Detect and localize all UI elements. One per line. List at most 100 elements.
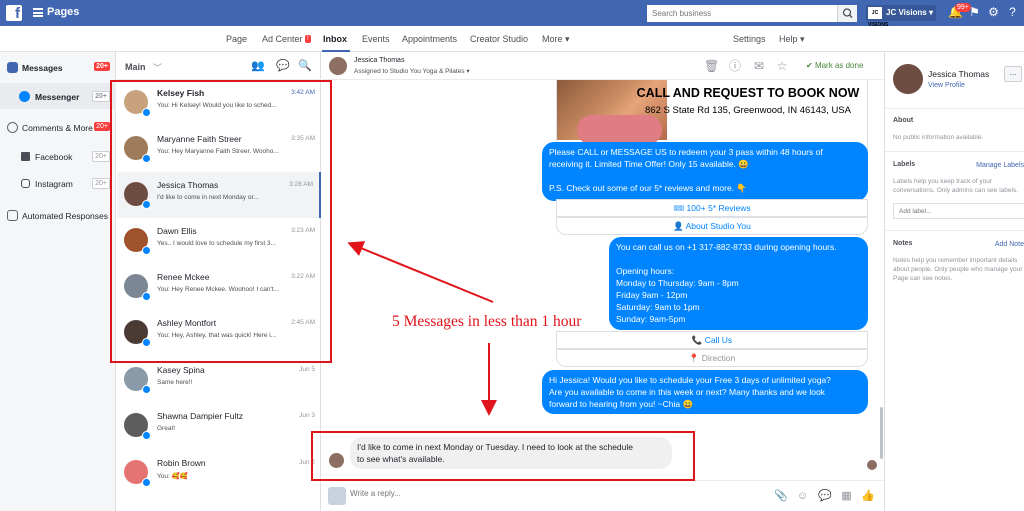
- search-icon[interactable]: 🔍: [298, 59, 312, 73]
- labels-heading: Labels: [893, 161, 916, 168]
- conversation-preview: Same here!!: [157, 379, 193, 386]
- message-line: Are you available to come in this week o…: [549, 387, 825, 397]
- message-line: Monday to Thursday: 9am - 8pm: [616, 278, 739, 288]
- conversation-item[interactable]: Shawna Dampier Fultz Jun 3 Great!: [117, 403, 321, 449]
- mark-unread-icon[interactable]: ✉: [752, 59, 766, 73]
- message-line: forward to hearing from you! ~Chia 😀: [549, 399, 694, 409]
- direction-button[interactable]: 📍 Direction: [556, 349, 868, 367]
- add-label-input[interactable]: [893, 203, 1024, 219]
- contact-avatar: [329, 57, 347, 75]
- conversation-name: Shawna Dampier Fultz: [157, 411, 243, 421]
- search-input[interactable]: [647, 5, 832, 22]
- search-button[interactable]: [837, 5, 857, 22]
- mark-as-done-label: Mark as done: [814, 61, 864, 70]
- message-line: Opening hours:: [616, 266, 675, 276]
- saved-replies-icon[interactable]: 💬: [818, 490, 832, 503]
- appointment-icon[interactable]: ▦: [840, 490, 853, 503]
- promo-address: 862 S State Rd 135, Greenwood, IN 46143,…: [645, 105, 851, 116]
- messages-icon: [7, 62, 18, 73]
- notes-heading: Notes: [893, 240, 913, 247]
- attach-icon[interactable]: 📎: [774, 490, 788, 503]
- leftnav-messenger[interactable]: Messenger 20+: [0, 83, 116, 109]
- leftnav-instagram-label: Instagram: [35, 179, 73, 189]
- outgoing-message-3: Hi Jessica! Would you like to schedule y…: [542, 370, 868, 414]
- thread-contact-name[interactable]: Jessica Thomas: [354, 57, 404, 64]
- conversation-item[interactable]: Kasey Spina Jun 5 Same here!!: [117, 357, 321, 403]
- nav-help[interactable]: Help ▾: [779, 34, 805, 45]
- conversation-time: Jun 5: [299, 366, 315, 373]
- notes-help-text: Notes help you remember important detail…: [893, 257, 1023, 282]
- leftnav-comments[interactable]: Comments & More 20+: [0, 114, 116, 140]
- ad-center-badge: !: [305, 35, 311, 43]
- mark-as-done-button[interactable]: ✔ Mark as done: [806, 61, 863, 70]
- manage-labels-link[interactable]: Manage Labels: [976, 162, 1024, 169]
- reply-input[interactable]: [350, 489, 770, 498]
- help-icon[interactable]: ?: [1006, 6, 1019, 19]
- view-profile-link[interactable]: View Profile: [928, 82, 965, 89]
- conversation-item[interactable]: Robin Brown Jun 2 You: 🥰🥰: [117, 450, 321, 496]
- comment-bubble-icon: [7, 122, 18, 133]
- annotation-label: 5 Messages in less than 1 hour: [392, 313, 582, 330]
- nav-creator-studio[interactable]: Creator Studio: [470, 34, 528, 44]
- nav-ad-center-label: Ad Center: [262, 34, 303, 44]
- reviews-button[interactable]: 🎟 100+ 5* Reviews: [556, 199, 868, 217]
- settings-gear-icon[interactable]: ⚙: [987, 6, 1000, 19]
- nav-events[interactable]: Events: [362, 34, 390, 44]
- trash-icon[interactable]: 🗑: [704, 59, 719, 73]
- message-line: Hi Jessica! Would you like to schedule y…: [549, 375, 831, 385]
- call-us-button[interactable]: 📞 Call Us: [556, 331, 868, 349]
- outgoing-message-1: Please CALL or MESSAGE US to redeem your…: [542, 142, 868, 201]
- flag-icon[interactable]: ⚑: [968, 6, 981, 19]
- add-note-link[interactable]: Add Note: [995, 241, 1024, 248]
- leftnav-messages-count: 20+: [94, 62, 110, 71]
- contact-info-panel: Jessica Thomas View Profile ... About No…: [884, 52, 1024, 511]
- nav-inbox[interactable]: Inbox: [323, 34, 347, 44]
- message-line: Please CALL or MESSAGE US to redeem your…: [549, 147, 823, 157]
- messenger-badge-icon: [142, 385, 151, 394]
- leftnav-comments-label: Comments & More: [22, 123, 93, 133]
- leftnav-facebook[interactable]: Facebook 20+: [0, 143, 116, 169]
- about-studio-button[interactable]: 👤 About Studio You: [556, 217, 868, 235]
- leftnav-messages[interactable]: Messages 20+: [0, 54, 116, 80]
- star-icon[interactable]: ☆: [775, 59, 789, 73]
- account-switcher[interactable]: JC VISIONS JC Visions ▾: [866, 5, 936, 28]
- nav-more-label: More: [542, 34, 563, 44]
- nav-ad-center[interactable]: Ad Center !: [262, 34, 311, 44]
- pages-title[interactable]: Pages: [47, 6, 79, 18]
- spam-icon[interactable]: ⓘ: [728, 59, 742, 73]
- emoji-icon[interactable]: ☺: [796, 490, 809, 503]
- assignment-dropdown[interactable]: Assigned to Studio You Yoga & Pilates ▾: [354, 67, 470, 75]
- nav-appointments[interactable]: Appointments: [402, 34, 457, 44]
- new-message-icon[interactable]: 💬: [276, 59, 290, 73]
- contact-name: Jessica Thomas: [928, 69, 990, 79]
- leftnav-automated-responses[interactable]: Automated Responses: [0, 202, 116, 228]
- conversation-name: Kasey Spina: [157, 365, 205, 375]
- about-heading: About: [893, 117, 914, 124]
- leftnav-messenger-label: Messenger: [35, 92, 80, 102]
- folder-selector[interactable]: Main: [125, 62, 146, 72]
- menu-icon[interactable]: [33, 8, 43, 17]
- divider: [885, 151, 1024, 152]
- leftnav-instagram[interactable]: Instagram 20+: [0, 170, 116, 196]
- instagram-icon: [21, 179, 30, 188]
- conversation-preview: Great!: [157, 425, 176, 432]
- outgoing-message-2: You can call us on +1 317-882-8733 durin…: [609, 237, 868, 330]
- search-box: [647, 5, 857, 22]
- nav-settings[interactable]: Settings: [733, 34, 766, 44]
- leftnav-facebook-count: 20+: [92, 151, 110, 162]
- thread-scrollbar[interactable]: [880, 407, 883, 459]
- chevron-down-icon[interactable]: ﹀: [153, 61, 162, 74]
- facebook-icon: [21, 152, 30, 161]
- nav-more[interactable]: More ▾: [542, 34, 570, 45]
- like-icon[interactable]: 👍: [861, 490, 875, 503]
- leftnav-facebook-label: Facebook: [35, 152, 73, 162]
- facebook-logo-icon[interactable]: f: [6, 5, 22, 22]
- automated-responses-icon: [7, 210, 18, 221]
- account-name: JC Visions: [886, 8, 927, 17]
- annotation-box-conversations: [110, 80, 332, 363]
- annotation-box-message: [311, 431, 695, 481]
- assign-people-icon[interactable]: 👥: [251, 59, 265, 73]
- more-options-button[interactable]: ...: [1004, 66, 1022, 82]
- divider: [885, 230, 1024, 231]
- nav-page[interactable]: Page: [226, 34, 247, 44]
